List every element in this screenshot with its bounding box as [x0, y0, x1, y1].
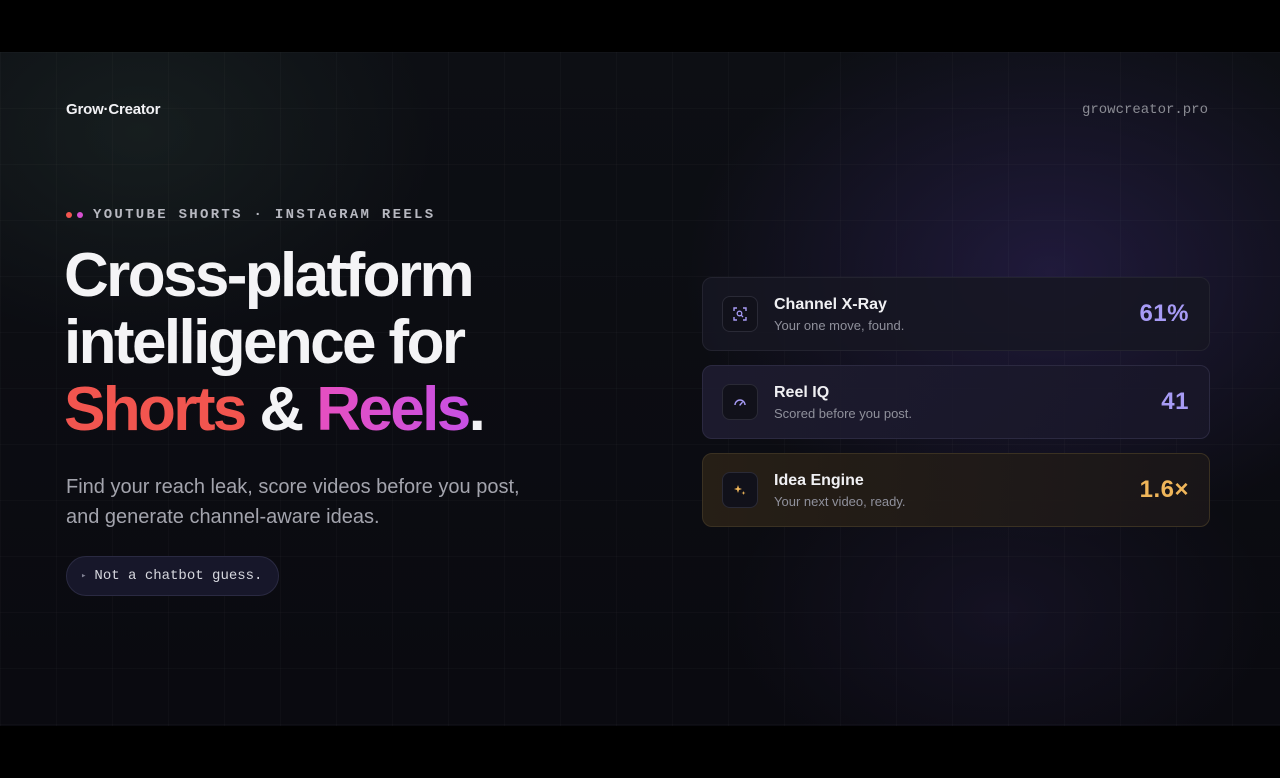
- scan-icon: [722, 296, 758, 332]
- card-subtitle: Your next video, ready.: [774, 493, 906, 509]
- eyebrow: YOUTUBE SHORTS · INSTAGRAM REELS: [66, 207, 435, 223]
- headline-line-3: Shorts & Reels.: [64, 375, 486, 444]
- headline-shorts: Shorts: [64, 375, 247, 444]
- card-value: 61%: [1139, 300, 1189, 327]
- letterbox-bottom: [0, 726, 1280, 778]
- headline-ampersand: &: [244, 375, 317, 444]
- card-subtitle: Your one move, found.: [774, 317, 905, 333]
- headline-line-1: Cross-platform: [64, 241, 475, 310]
- card-idea-engine[interactable]: Idea Engine Your next video, ready. 1.6×: [702, 453, 1210, 527]
- card-title: Channel X-Ray: [774, 295, 887, 313]
- card-subtitle: Scored before you post.: [774, 405, 913, 421]
- dot-red: [66, 212, 72, 218]
- domain-link[interactable]: growcreator.pro: [1082, 102, 1208, 118]
- brand-logo[interactable]: Grow·Creator: [66, 101, 160, 118]
- card-text: Idea Engine Your next video, ready.: [774, 472, 906, 509]
- feature-cards: Channel X-Ray Your one move, found. 61% …: [702, 277, 1210, 541]
- hero-slide: Grow·Creator growcreator.pro YOUTUBE SHO…: [0, 52, 1280, 726]
- headline-reels: Reels: [316, 375, 471, 444]
- card-reel-iq[interactable]: Reel IQ Scored before you post. 41: [702, 365, 1210, 439]
- headline-line-2: intelligence for: [64, 308, 466, 377]
- pill-text: Not a chatbot guess.: [94, 568, 263, 584]
- eyebrow-dots: [66, 212, 83, 218]
- not-a-chatbot-pill[interactable]: ▸ Not a chatbot guess.: [66, 556, 280, 596]
- card-channel-x-ray[interactable]: Channel X-Ray Your one move, found. 61%: [702, 277, 1210, 351]
- letterbox-top: [0, 0, 1280, 52]
- card-title: Idea Engine: [774, 471, 864, 489]
- play-arrow-icon: ▸: [81, 571, 87, 581]
- card-value: 41: [1161, 388, 1189, 415]
- dot-pink: [77, 212, 83, 218]
- subtitle: Find your reach leak, score videos befor…: [66, 476, 520, 528]
- card-value: 1.6×: [1139, 476, 1189, 503]
- gauge-icon: [722, 384, 758, 420]
- card-text: Channel X-Ray Your one move, found.: [774, 296, 904, 333]
- headline: Cross-platform intelligence for Shorts &…: [64, 241, 486, 444]
- card-title: Reel IQ: [774, 383, 830, 401]
- sparkle-icon: [722, 472, 758, 508]
- eyebrow-text: YOUTUBE SHORTS · INSTAGRAM REELS: [93, 207, 436, 223]
- card-text: Reel IQ Scored before you post.: [774, 384, 912, 421]
- headline-period: .: [468, 375, 486, 444]
